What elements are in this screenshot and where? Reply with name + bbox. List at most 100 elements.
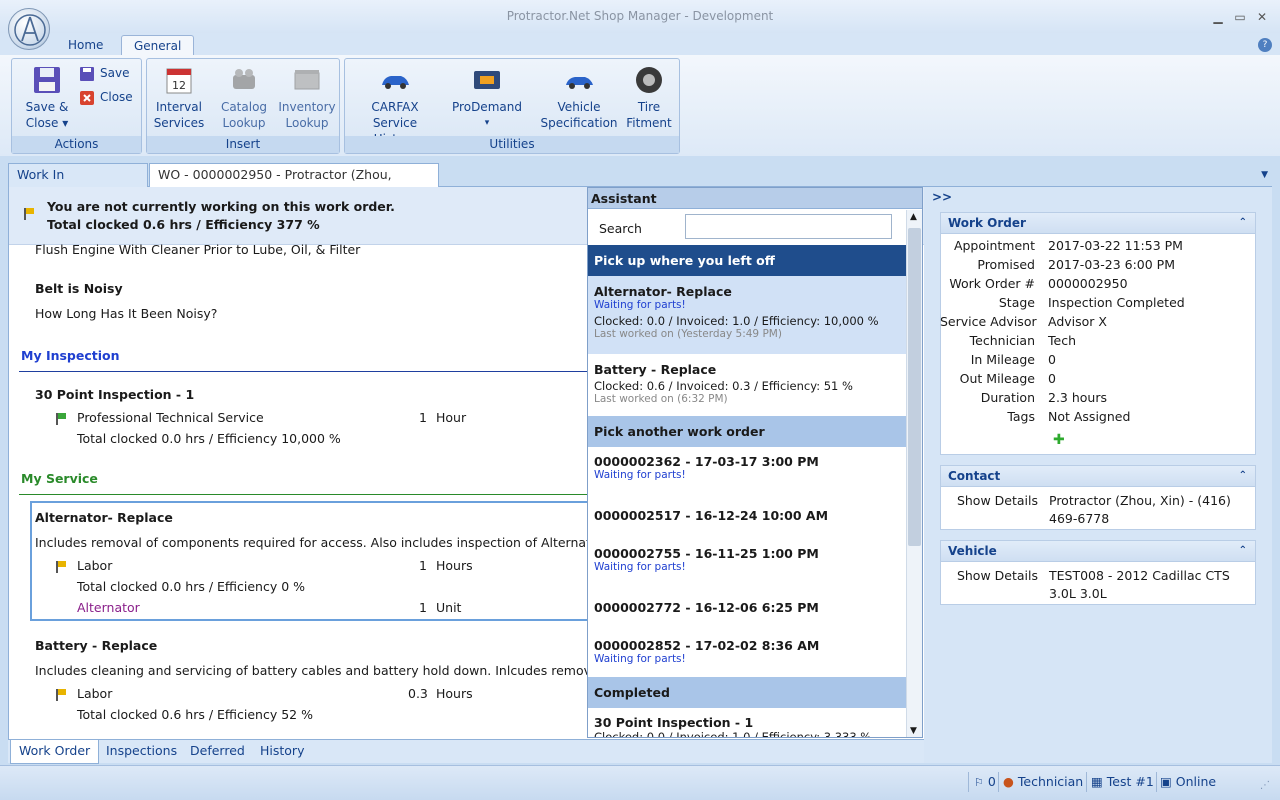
prodemand-label: ProDemand	[452, 100, 522, 114]
tab-list-dropdown-icon[interactable]: ▼	[1261, 170, 1268, 180]
group-utilities: CARFAX Service History ProDemand ▾ Vehic…	[344, 58, 680, 154]
scrollbar-thumb[interactable]	[908, 228, 921, 546]
list-item[interactable]: 0000002755 - 16-11-25 1:00 PM Waiting for…	[588, 546, 906, 592]
contact-card-header[interactable]: Contact ⌃	[941, 466, 1255, 487]
tab-work-in-progress[interactable]: Work In Progress✕	[8, 163, 148, 204]
collapse-panel-button[interactable]: >>	[932, 190, 952, 204]
user-icon: ●	[1003, 774, 1014, 789]
item-title: Battery - Replace	[594, 362, 717, 377]
group-label-utilities: Utilities	[345, 136, 679, 153]
tire-label-2: Fitment	[626, 116, 672, 130]
save-close-label: Save &	[25, 100, 69, 114]
list-item[interactable]: 0000002517 - 16-12-24 10:00 AM	[588, 508, 906, 538]
inventory-lookup-button[interactable]: Inventory Lookup	[275, 65, 339, 131]
app-logo-button[interactable]	[8, 8, 50, 50]
svg-text:12: 12	[172, 79, 186, 92]
field-value: Tech	[1048, 333, 1076, 348]
vehicle-value: TEST008 - 2012 Cadillac CTS	[1049, 568, 1230, 583]
notification-count[interactable]: ⚐ 0	[974, 774, 996, 789]
tab-inspections[interactable]: Inspections	[98, 740, 185, 764]
group-insert: 12 Interval Services Catalog Lookup Inve…	[146, 58, 340, 154]
inspection-qty: 1	[419, 410, 427, 425]
battery-labor[interactable]: Labor	[77, 686, 112, 701]
divider	[19, 494, 589, 495]
save-icon	[80, 66, 94, 81]
minimize-icon[interactable]: ▁	[1210, 9, 1226, 25]
collapse-up-icon[interactable]: ⌃	[1239, 213, 1247, 233]
interval-services-button[interactable]: 12 Interval Services	[151, 65, 207, 131]
help-icon[interactable]: ?	[1258, 38, 1272, 52]
belt-question: How Long Has It Been Noisy?	[35, 306, 218, 321]
divider	[19, 371, 589, 372]
vehicle-card: Vehicle ⌃ Show Details TEST008 - 2012 Cad…	[940, 540, 1256, 605]
field-label: In Mileage	[970, 352, 1035, 367]
battery-total: Total clocked 0.6 hrs / Efficiency 52 %	[77, 707, 313, 722]
catalog-lookup-button[interactable]: Catalog Lookup	[211, 65, 277, 131]
alternator-total: Total clocked 0.0 hrs / Efficiency 0 %	[77, 579, 305, 594]
ribbon: Save & Close ▾ Save Close Actions 12 Int…	[0, 55, 1280, 156]
group-label-actions: Actions	[12, 136, 141, 153]
item-title: 0000002772 - 16-12-06 6:25 PM	[594, 600, 819, 615]
tab-work-order[interactable]: WO - 0000002950 - Protractor (Zhou, Xin)…	[149, 163, 439, 204]
tire-fitment-button[interactable]: Tire Fitment	[625, 65, 673, 131]
field-value: Inspection Completed	[1048, 295, 1185, 310]
field-value: Advisor X	[1048, 314, 1107, 329]
interval-label: Interval	[156, 100, 202, 114]
item-status: Waiting for parts!	[594, 653, 686, 665]
vehicle-card-header[interactable]: Vehicle ⌃	[941, 541, 1255, 562]
scroll-up-icon[interactable]: ▲	[910, 212, 917, 222]
test-environment[interactable]: ▦ Test #1	[1091, 774, 1154, 789]
assistant-panel: Assistant Search Pick up where you left …	[587, 187, 923, 738]
alternator-part[interactable]: Alternator	[77, 600, 140, 615]
collapse-up-icon[interactable]: ⌃	[1239, 541, 1247, 561]
tab-history[interactable]: History	[252, 740, 312, 764]
online-status[interactable]: ▣ Online	[1160, 774, 1216, 789]
list-item[interactable]: Battery - Replace Clocked: 0.6 / Invoice…	[588, 354, 906, 416]
vehicle-engine: 3.0L 3.0L	[1049, 586, 1107, 601]
work-order-card-header[interactable]: Work Order ⌃	[941, 213, 1255, 234]
collapse-up-icon[interactable]: ⌃	[1239, 466, 1247, 486]
divider	[998, 772, 999, 792]
close-window-icon[interactable]: ✕	[1254, 9, 1270, 25]
field-value: 2017-03-22 11:53 PM	[1048, 238, 1183, 253]
field-value: 0	[1048, 352, 1056, 367]
save-button[interactable]: Save	[80, 63, 129, 83]
inspection-item[interactable]: Professional Technical Service	[77, 410, 264, 425]
alternator-part-unit: Unit	[436, 600, 462, 615]
tab-work-order-view[interactable]: Work Order	[10, 740, 100, 764]
tab-deferred[interactable]: Deferred	[182, 740, 253, 764]
assistant-search-input[interactable]	[685, 214, 892, 239]
tab-home[interactable]: Home	[56, 35, 115, 57]
save-close-button[interactable]: Save & Close ▾	[16, 65, 78, 131]
alternator-labor[interactable]: Labor	[77, 558, 112, 573]
item-last-worked: Last worked on (6:32 PM)	[594, 393, 728, 405]
item-status: Waiting for parts!	[594, 561, 686, 573]
vehicle-specification-button[interactable]: Vehicle Specification	[537, 65, 621, 131]
user-role[interactable]: ● Technician	[1003, 774, 1083, 789]
inventory-box-icon	[291, 65, 323, 95]
prodemand-icon	[471, 65, 503, 95]
scroll-down-icon[interactable]: ▼	[910, 726, 917, 736]
tire-icon	[633, 65, 665, 95]
notification-icon: ⚐	[974, 776, 984, 789]
show-details-label[interactable]: Show Details	[941, 568, 1038, 583]
divider	[1156, 772, 1157, 792]
maximize-icon[interactable]: ▭	[1232, 9, 1248, 25]
tab-general[interactable]: General	[121, 35, 195, 57]
item-title: 0000002517 - 16-12-24 10:00 AM	[594, 508, 829, 523]
close-button[interactable]: Close	[80, 87, 133, 107]
add-tag-icon[interactable]: ✚	[1053, 432, 1065, 448]
list-item[interactable]: 30 Point Inspection - 1 Clocked: 0.0 / In…	[588, 715, 906, 737]
battery-title: Battery - Replace	[35, 638, 158, 653]
list-item[interactable]: Alternator- Replace Waiting for parts! C…	[588, 276, 906, 354]
field-label: Duration	[980, 390, 1035, 405]
carfax-button[interactable]: CARFAX Service History	[351, 65, 439, 147]
vehicle-label: Vehicle	[557, 100, 601, 114]
resize-grip-icon[interactable]: ⋰	[1260, 780, 1270, 791]
list-item[interactable]: 0000002362 - 17-03-17 3:00 PM Waiting for…	[588, 454, 906, 500]
belt-title: Belt is Noisy	[35, 281, 123, 296]
list-item[interactable]: 0000002772 - 16-12-06 6:25 PM	[588, 600, 906, 630]
show-details-label[interactable]: Show Details	[941, 493, 1038, 508]
prodemand-button[interactable]: ProDemand ▾	[447, 65, 527, 131]
window-title: Protractor.Net Shop Manager - Developmen…	[506, 9, 774, 23]
